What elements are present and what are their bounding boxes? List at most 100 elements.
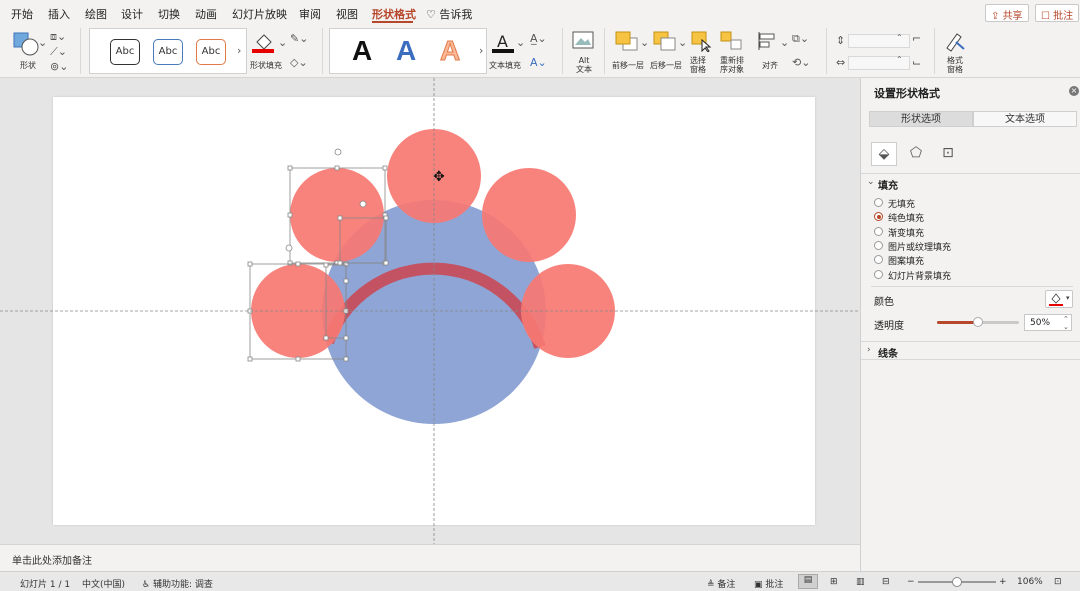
text-effects-icon[interactable]: A⌄ (530, 56, 547, 69)
tab-transitions[interactable]: 切换 (158, 6, 180, 22)
effects-pentagon-icon[interactable]: ⬠ (903, 142, 929, 166)
slide-sorter-icon[interactable]: ⊞ (830, 577, 838, 587)
group-objects-icon[interactable]: ⧉⌄ (792, 32, 809, 46)
transparency-slider-thumb[interactable] (973, 317, 983, 327)
ribbon: 形状 ⌄ ⧈⌄ ⟋⌄ ⊚⌄ Abc Abc Abc › 形状填充 ⌄ ✎⌄ ◇⌄… (0, 24, 1080, 78)
line-section-header[interactable]: › 线条 (861, 341, 1080, 360)
fit-to-window-icon[interactable]: ⊡ (1054, 577, 1062, 587)
radio-button[interactable] (874, 255, 883, 264)
radio-button[interactable] (874, 227, 883, 236)
zoom-in-icon[interactable]: + (999, 577, 1007, 587)
tab-home[interactable]: 开始 (11, 6, 33, 22)
notes-pane[interactable]: 单击此处添加备注 (0, 544, 860, 571)
comments-toggle-button[interactable]: ▣ 批注 (754, 577, 783, 590)
transparency-slider-track[interactable] (937, 317, 1019, 327)
tab-slideshow[interactable]: 幻灯片放映 (232, 6, 287, 22)
tab-design[interactable]: 设计 (121, 6, 143, 22)
slideshow-view-icon[interactable]: ⊟ (882, 577, 890, 587)
width-stepper[interactable]: ⌃ (896, 55, 903, 64)
chevron-down-icon[interactable]: ⌄ (780, 36, 789, 49)
svg-text:A: A (497, 32, 508, 51)
edit-shape-icon[interactable]: ⟋⌄ (50, 45, 67, 59)
fill-section-header[interactable]: ⌄ 填充 (861, 173, 1080, 192)
accessibility-icon: ♿ (142, 580, 153, 590)
format-pane-button[interactable]: 格式 窗格 (940, 28, 970, 74)
tab-review[interactable]: 审阅 (299, 6, 321, 22)
height-stepper[interactable]: ⌃ (896, 33, 903, 42)
tab-shape-options[interactable]: 形状选项 (869, 111, 973, 127)
lock-aspect-icon[interactable]: ⌙ (912, 56, 921, 69)
radio-button[interactable] (874, 241, 883, 250)
color-label: 颜色 (874, 297, 894, 308)
accessibility-status[interactable]: ♿ 辅助功能: 调查 (142, 577, 213, 590)
petal-circle-upper-right[interactable] (482, 168, 576, 262)
tab-text-options[interactable]: 文本选项 (973, 111, 1077, 127)
wordart-sample[interactable]: A (352, 35, 372, 67)
shape-effects-icon[interactable]: ◇⌄ (290, 56, 308, 69)
chevron-down-icon: ⌄ (867, 177, 875, 187)
alt-text-button[interactable]: Alt 文本 (568, 28, 598, 74)
tab-shape-format[interactable]: 形状格式 (372, 6, 416, 22)
chevron-down-icon[interactable]: ⌄ (278, 36, 287, 49)
notes-toggle-button[interactable]: ≜ 备注 (707, 577, 735, 590)
size-properties-icon[interactable]: ⊡ (935, 142, 961, 166)
transparency-input[interactable]: 50% ⌃ ⌄ (1024, 314, 1072, 331)
zoom-slider-thumb[interactable] (952, 577, 962, 587)
language-indicator[interactable]: 中文(中国) (82, 577, 125, 590)
tell-me-search[interactable]: ♡ 告诉我 (426, 6, 472, 22)
merge-shapes-icon[interactable]: ⊚⌄ (50, 60, 68, 73)
petal-circle-upper-left[interactable] (290, 168, 384, 262)
gallery-more-icon[interactable]: › (237, 44, 241, 57)
wordart-sample[interactable]: A (439, 35, 460, 67)
zoom-level[interactable]: 106% (1017, 577, 1043, 587)
shape-fill-label: 形状填充 (250, 61, 282, 70)
rotate-icon[interactable]: ⟲⌄ (792, 56, 810, 69)
tab-draw[interactable]: 绘图 (85, 6, 107, 22)
text-outline-icon[interactable]: A̲⌄ (530, 32, 547, 45)
text-fill-label: 文本填充 (489, 61, 521, 70)
shape-fill-button[interactable]: 形状填充 (250, 28, 284, 74)
radio-button-selected[interactable] (874, 212, 883, 221)
text-box-icon[interactable]: ⧈⌄ (50, 30, 66, 44)
selection-pane-label: 选择 窗格 (690, 56, 706, 74)
fill-line-icon[interactable]: ⬙ (871, 142, 897, 166)
comments-button[interactable]: ☐ 批注 (1035, 4, 1080, 22)
zoom-out-icon[interactable]: − (907, 577, 915, 587)
tab-view[interactable]: 视图 (336, 6, 358, 22)
wordart-sample[interactable]: A (396, 35, 416, 67)
normal-view-icon[interactable]: ▤ (798, 574, 818, 589)
petal-circle-left[interactable] (251, 264, 345, 358)
color-picker-button[interactable]: ▾ (1045, 290, 1073, 308)
text-fill-button[interactable]: A 文本填充 (489, 28, 523, 74)
zoom-slider-track[interactable] (918, 577, 996, 587)
shape-style-sample[interactable]: Abc (196, 39, 226, 65)
tab-animations[interactable]: 动画 (195, 6, 217, 22)
radio-button[interactable] (874, 198, 883, 207)
align-button[interactable]: 对齐 (754, 28, 784, 74)
gallery-more-icon[interactable]: › (479, 44, 483, 57)
slide-canvas[interactable]: ✥ (53, 97, 815, 525)
share-button[interactable]: ⇪ 共享 (985, 4, 1029, 22)
comment-icon: ▣ (754, 580, 766, 590)
radio-button[interactable] (874, 270, 883, 279)
tab-insert[interactable]: 插入 (48, 6, 70, 22)
transparency-value: 50% (1030, 318, 1051, 328)
transparency-label: 透明度 (874, 321, 904, 332)
petal-circle-right[interactable] (521, 264, 615, 358)
shape-style-sample[interactable]: Abc (153, 39, 183, 65)
shape-outline-icon[interactable]: ✎⌄ (290, 32, 308, 45)
bring-forward-button[interactable]: 前移一层 (612, 28, 650, 74)
shape-style-sample[interactable]: Abc (110, 39, 140, 65)
stepper-arrows-icon[interactable]: ⌃ ⌄ (1063, 315, 1069, 331)
close-icon[interactable]: × (1069, 86, 1079, 96)
reading-view-icon[interactable]: ▥ (856, 577, 865, 587)
chevron-down-icon[interactable]: ⌄ (516, 36, 525, 49)
insert-shape-button[interactable]: 形状 (10, 28, 46, 74)
chevron-down-icon[interactable]: ⌄ (640, 36, 649, 49)
send-backward-button[interactable]: 后移一层 (650, 28, 688, 74)
selection-pane-button[interactable]: 选择 窗格 (688, 28, 716, 74)
lock-aspect-icon[interactable]: ⌐ (912, 32, 921, 45)
chevron-down-icon[interactable]: ⌄ (38, 36, 47, 49)
chevron-down-icon[interactable]: ⌄ (678, 36, 687, 49)
reorder-objects-button[interactable]: 重新排 序对象 (716, 28, 750, 74)
